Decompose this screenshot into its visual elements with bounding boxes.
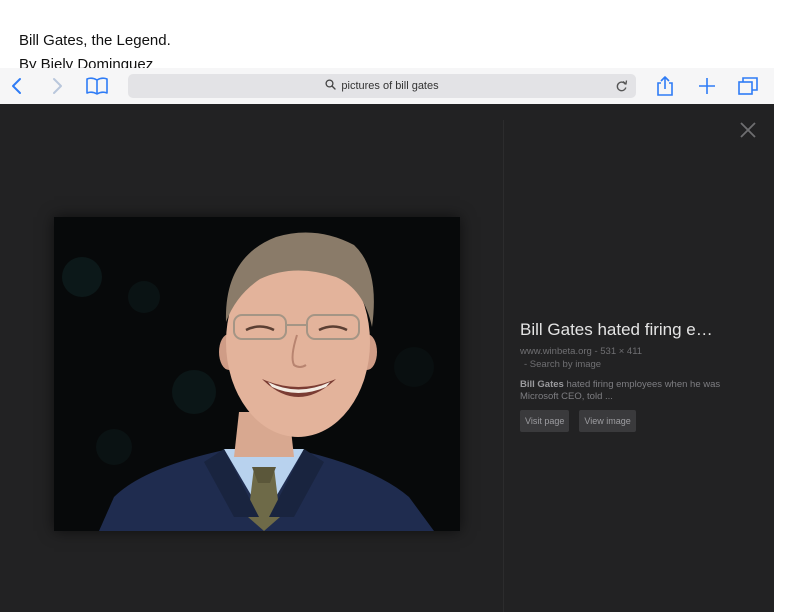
share-icon[interactable] bbox=[652, 73, 678, 99]
image-title[interactable]: Bill Gates hated firing e… bbox=[520, 320, 735, 340]
new-tab-icon[interactable] bbox=[694, 73, 720, 99]
image-description: Bill Gates hated firing employees when h… bbox=[520, 379, 732, 403]
browser-toolbar: pictures of bill gates bbox=[0, 68, 774, 105]
tabs-icon[interactable] bbox=[735, 73, 761, 99]
bookmarks-icon[interactable] bbox=[84, 73, 110, 99]
close-icon[interactable] bbox=[738, 120, 758, 140]
forward-icon[interactable] bbox=[44, 73, 70, 99]
reload-icon[interactable] bbox=[615, 79, 628, 98]
image-viewer: Bill Gates hated firing e… www.winbeta.o… bbox=[0, 104, 774, 612]
back-icon[interactable] bbox=[4, 73, 30, 99]
search-icon bbox=[325, 77, 337, 95]
url-text: pictures of bill gates bbox=[341, 80, 439, 92]
address-bar[interactable]: pictures of bill gates bbox=[128, 74, 636, 98]
panel-divider bbox=[503, 120, 504, 612]
image-info-panel: Bill Gates hated firing e… www.winbeta.o… bbox=[520, 320, 760, 432]
document-author: By Biely Dominguez bbox=[19, 56, 154, 68]
description-bold: Bill Gates bbox=[520, 379, 564, 390]
visit-page-button[interactable]: Visit page bbox=[520, 410, 570, 432]
document-title: Bill Gates, the Legend. bbox=[19, 32, 171, 49]
image-source[interactable]: www.winbeta.org - 531 × 411 bbox=[520, 346, 760, 357]
browser-screenshot: pictures of bill gates Bill Gates hated … bbox=[0, 68, 774, 612]
view-image-button[interactable]: View image bbox=[579, 410, 636, 432]
bill-gates-photo[interactable] bbox=[54, 217, 460, 531]
search-by-image-link[interactable]: - Search by image bbox=[520, 359, 760, 370]
